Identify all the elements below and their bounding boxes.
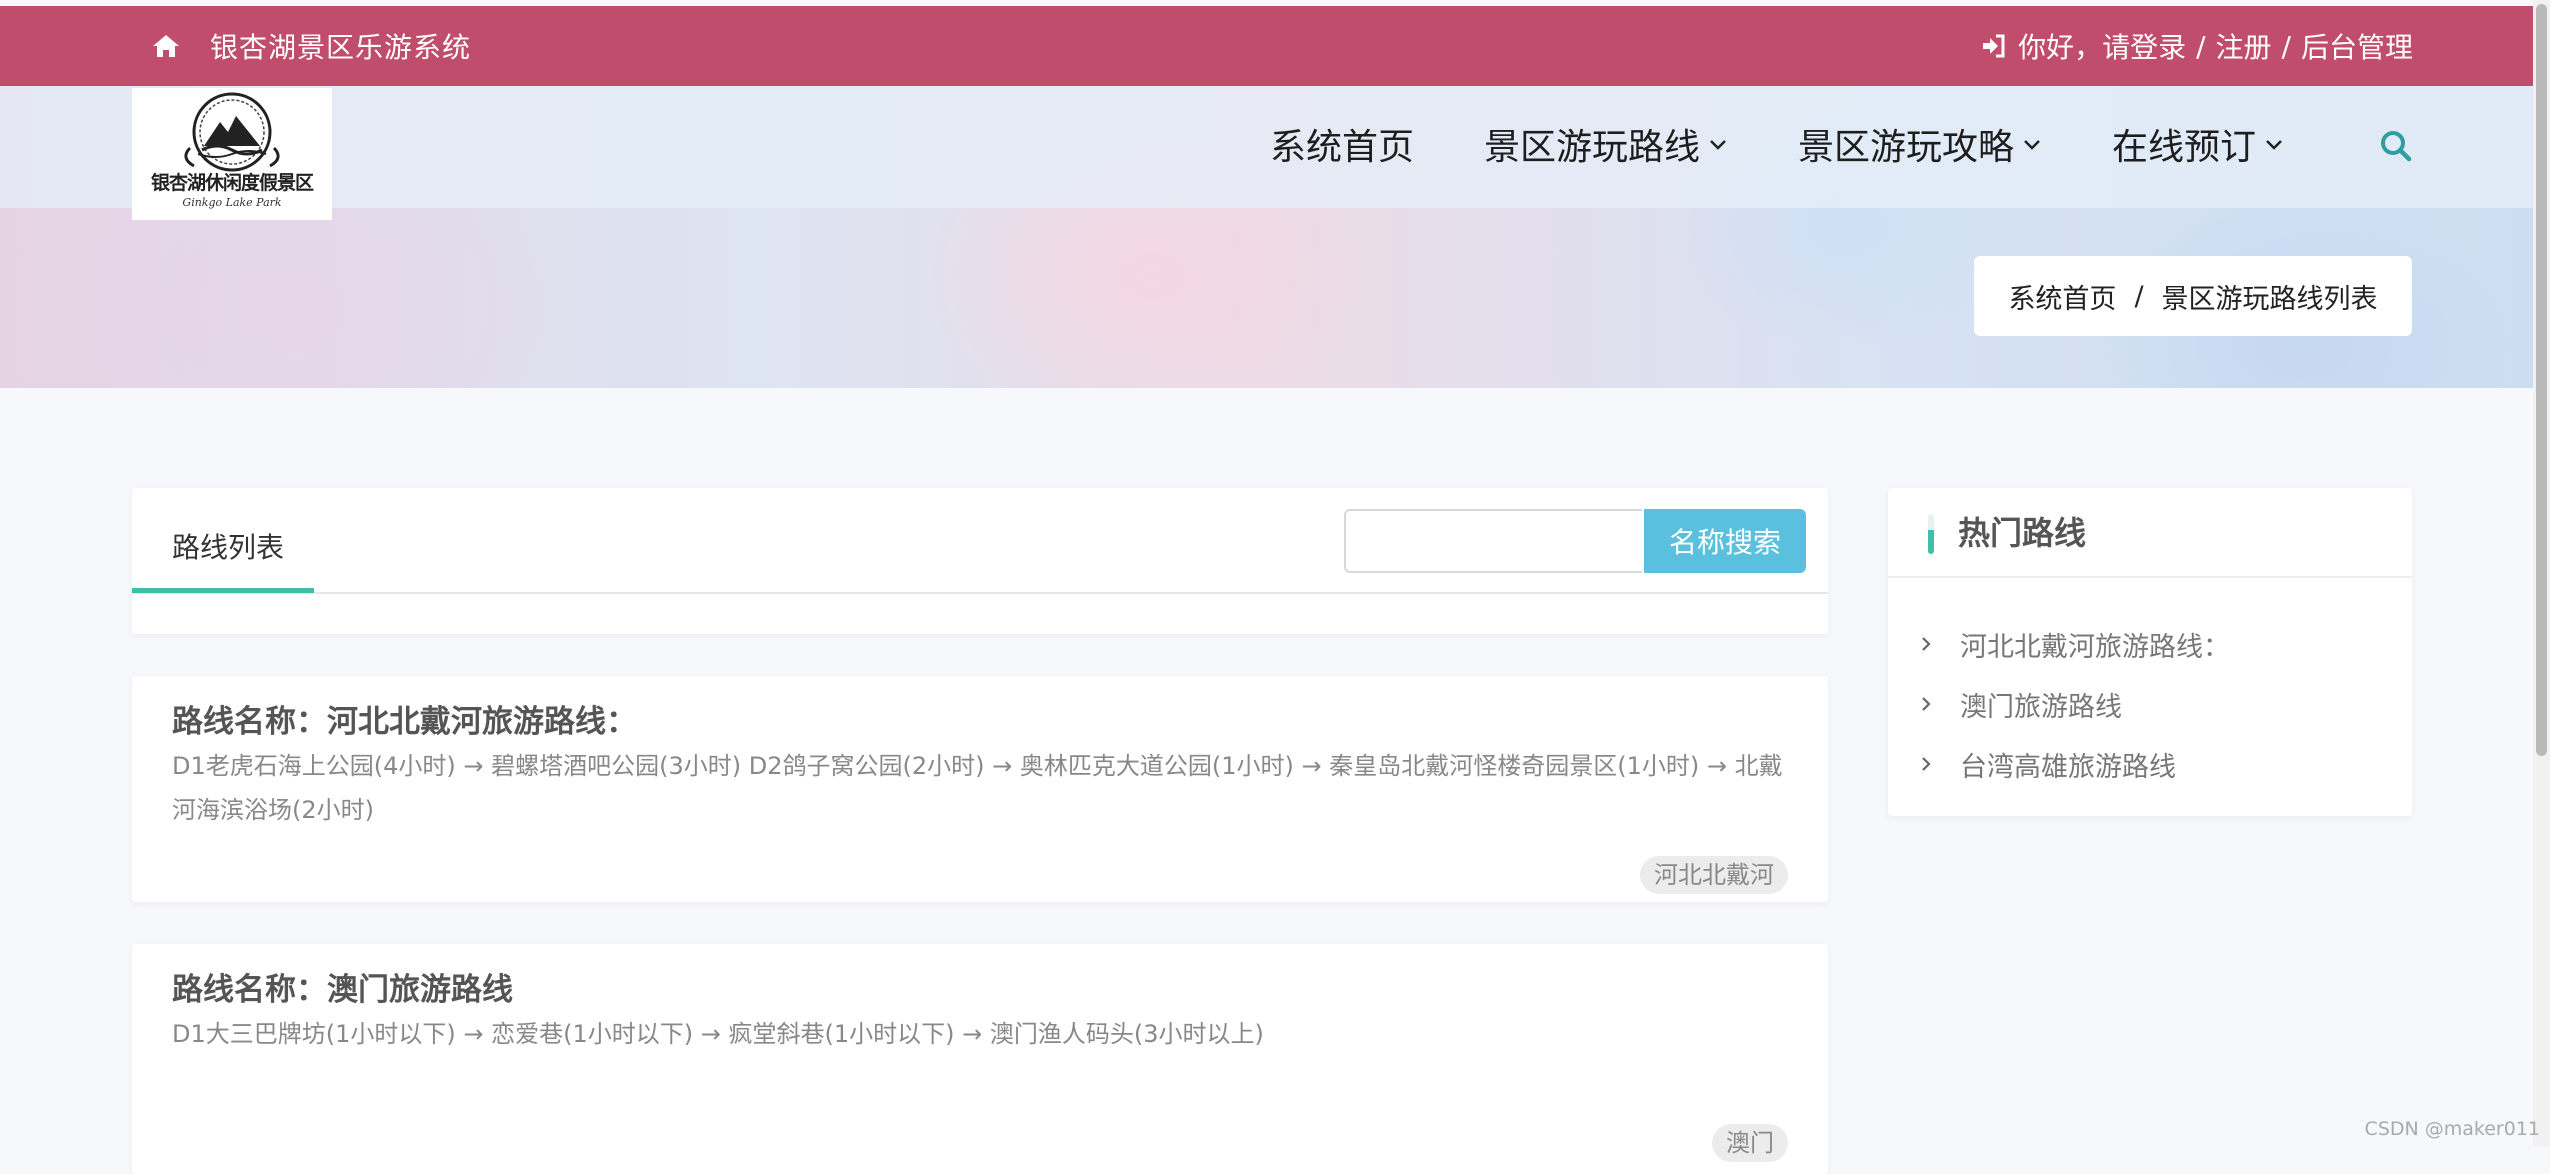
title-accent-bar [1928,514,1934,554]
breadcrumb-separator: / [2134,280,2144,312]
route-description: D1老虎石海上公园(4小时) → 碧螺塔酒吧公园(3小时) D2鸽子窝公园(2小… [172,752,1783,824]
chevron-right-icon [1922,697,1931,711]
nav-item-booking[interactable]: 在线预订 [2112,118,2284,170]
hot-route-label[interactable]: 澳门旅游路线 [1960,685,2122,724]
hot-route-item[interactable]: 河北北戴河旅游路线： [1918,614,2230,674]
search-input[interactable] [1344,509,1642,573]
scrollbar-thumb[interactable] [2536,4,2547,756]
site-logo[interactable]: 银杏湖休闲度假景区 Ginkgo Lake Park [132,88,332,220]
home-icon[interactable] [150,30,182,62]
nav-item-home[interactable]: 系统首页 [1270,118,1414,170]
search-icon[interactable] [2378,128,2414,164]
tab-route-list[interactable]: 路线列表 [172,526,284,566]
route-card[interactable]: 路线名称：澳门旅游路线 D1大三巴牌坊(1小时以下) → 恋爱巷(1小时以下) … [132,944,1828,1174]
tab-divider [132,592,1828,594]
watermark: CSDN @maker011 [2364,1118,2540,1140]
panel-divider [1888,576,2412,578]
auth-links: 你好，请登录 / 注册 / 后台管理 [1980,26,2413,66]
login-icon [1983,34,2005,58]
page-scrollbar[interactable] [2533,0,2550,1146]
chevron-right-icon [1922,637,1931,651]
logo-subtext: Ginkgo Lake Park [182,196,282,209]
hot-route-label[interactable]: 台湾高雄旅游路线 [1960,745,2176,784]
hot-route-label[interactable]: 河北北戴河旅游路线： [1960,625,2230,664]
chevron-down-icon [1710,140,1726,150]
main-nav: 系统首页 景区游玩路线 景区游玩攻略 在线预订 [1270,118,2354,170]
nav-item-guides[interactable]: 景区游玩攻略 [1798,118,2042,170]
breadcrumb-home[interactable]: 系统首页 [2008,277,2116,316]
nav-item-label: 系统首页 [1270,127,1415,168]
nav-item-routes[interactable]: 景区游玩路线 [1484,118,1728,170]
route-tag: 河北北戴河 [1640,856,1788,894]
register-link[interactable]: 注册 [2216,26,2272,66]
hot-route-item[interactable]: 台湾高雄旅游路线 [1918,734,2230,794]
login-link[interactable]: 你好，请登录 [2018,26,2186,66]
top-bar: 银杏湖景区乐游系统 你好，请登录 / 注册 / 后台管理 [0,6,2533,86]
search-button[interactable]: 名称搜索 [1644,509,1806,573]
nav-item-label: 景区游玩路线 [1484,127,1701,168]
route-title[interactable]: 路线名称：河北北戴河旅游路线： [172,696,637,741]
route-tag: 澳门 [1712,1124,1788,1162]
hot-route-item[interactable]: 澳门旅游路线 [1918,674,2230,734]
admin-link[interactable]: 后台管理 [2301,26,2413,66]
nav-item-label: 景区游玩攻略 [1798,127,2015,168]
chevron-right-icon [1922,757,1931,771]
route-description: D1大三巴牌坊(1小时以下) → 恋爱巷(1小时以下) → 疯堂斜巷(1小时以下… [172,1020,1264,1048]
auth-separator: / [2281,29,2291,63]
nav-item-label: 在线预订 [2112,127,2257,168]
breadcrumb: 系统首页 / 景区游玩路线列表 [1974,256,2412,336]
hot-routes-list: 河北北戴河旅游路线： 澳门旅游路线 台湾高雄旅游路线 [1918,614,2230,794]
hot-routes-panel: 热门路线 河北北戴河旅游路线： 澳门旅游路线 台湾高雄旅游路线 [1888,488,2412,816]
hot-routes-title: 热门路线 [1958,514,2087,552]
breadcrumb-current: 景区游玩路线列表 [2161,283,2378,315]
site-title[interactable]: 银杏湖景区乐游系统 [210,26,471,66]
tab-active-indicator [132,588,314,593]
list-header-card: 路线列表 名称搜索 [132,488,1828,634]
logo-text: 银杏湖休闲度假景区 [150,172,314,194]
chevron-down-icon [2266,140,2282,150]
hero-banner: 银杏湖休闲度假景区 Ginkgo Lake Park 系统首页 景区游玩路线 景… [0,86,2533,388]
route-title[interactable]: 路线名称：澳门旅游路线 [172,964,513,1009]
auth-separator: / [2196,29,2206,63]
route-card[interactable]: 路线名称：河北北戴河旅游路线： D1老虎石海上公园(4小时) → 碧螺塔酒吧公园… [132,676,1828,902]
chevron-down-icon [2024,140,2040,150]
